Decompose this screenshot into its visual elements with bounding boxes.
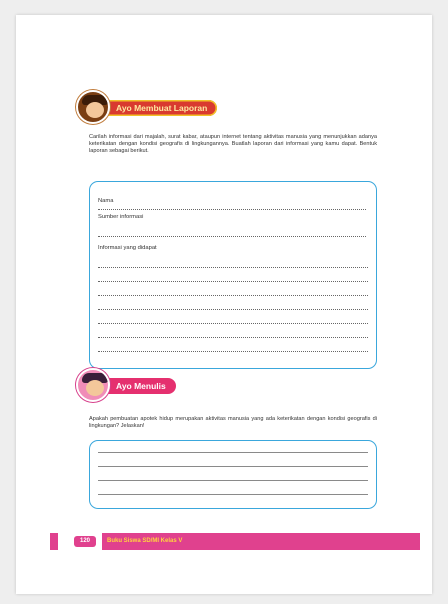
question-text: Apakah pembuatan apotek hidup merupakan …	[89, 416, 377, 430]
instruction-text: Carilah informasi dari majalah, surat ka…	[89, 134, 377, 155]
info-write-line	[98, 281, 368, 282]
section-title: Ayo Menulis	[100, 378, 176, 394]
page-number: 120	[74, 536, 96, 547]
book-title: Buku Siswa SD/MI Kelas V	[107, 538, 183, 544]
info-write-line	[98, 337, 368, 338]
report-form-box: Nama Sumber informasi Informasi yang did…	[89, 181, 377, 369]
source-label: Sumber informasi	[98, 214, 144, 220]
info-label: Informasi yang didapat	[98, 245, 157, 251]
student-reading-icon	[76, 90, 110, 124]
info-write-line	[98, 323, 368, 324]
answer-line	[98, 494, 368, 495]
info-write-line	[98, 295, 368, 296]
info-write-line	[98, 267, 368, 268]
answer-line	[98, 466, 368, 467]
answer-line	[98, 452, 368, 453]
footer-bar	[50, 533, 420, 550]
section-title: Ayo Membuat Laporan	[100, 100, 218, 116]
answer-box	[89, 440, 377, 509]
name-label: Nama	[98, 198, 114, 204]
name-write-line	[98, 209, 366, 210]
info-write-line	[98, 351, 368, 352]
answer-line	[98, 480, 368, 481]
source-write-line	[98, 236, 366, 237]
info-write-line	[98, 309, 368, 310]
student-writing-icon	[76, 368, 110, 402]
